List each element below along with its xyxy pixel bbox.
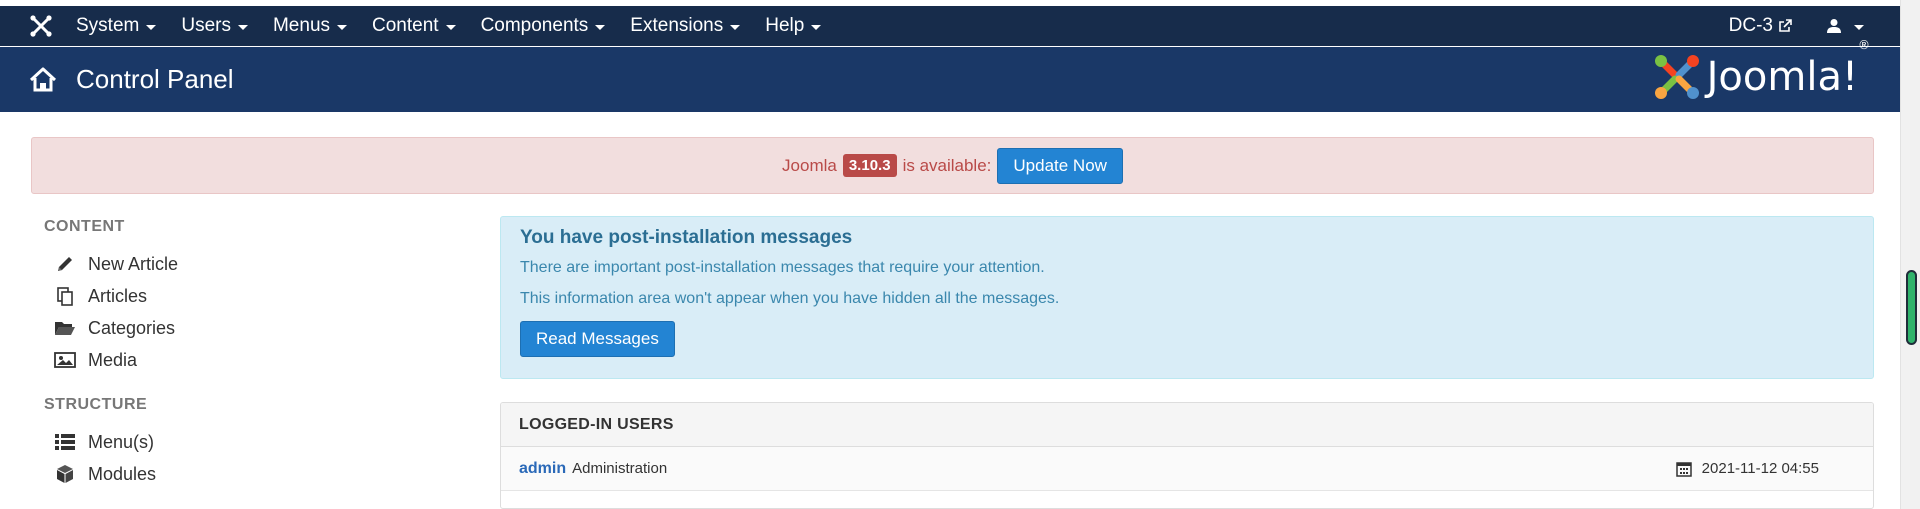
menu-users-label: Users <box>181 15 231 36</box>
sidebar-item-label: Menu(s) <box>88 431 155 452</box>
update-prefix: Joomla <box>782 155 837 175</box>
calendar-icon <box>1675 461 1692 477</box>
page-header: Control Panel Joomla!® <box>0 38 1900 112</box>
logged-users-heading: LOGGED-IN USERS <box>501 403 1873 447</box>
pencil-icon <box>54 253 76 275</box>
copy-icon <box>54 285 76 307</box>
update-suffix: is available: <box>902 155 992 175</box>
postinstall-line2: This information area won't appear when … <box>520 290 1060 307</box>
user-role: Administration <box>572 460 668 477</box>
chevron-down-icon <box>1854 24 1864 30</box>
postinstall-line1: There are important post-installation me… <box>520 259 1045 276</box>
sidebar-heading-structure: STRUCTURE <box>44 396 148 413</box>
postinstall-panel: You have post-installation messages Ther… <box>500 216 1874 379</box>
menu-system[interactable]: System <box>76 15 157 37</box>
sidebar-item-modules[interactable]: Modules <box>44 458 464 490</box>
topbar-right: DC-3 <box>1729 6 1864 46</box>
brand-registered: ® <box>1858 38 1870 52</box>
menu-extensions[interactable]: Extensions <box>630 15 741 37</box>
logged-users-panel: LOGGED-IN USERS admin Administration 202… <box>500 402 1874 509</box>
user-name-link[interactable]: admin <box>519 460 566 478</box>
external-link-icon <box>1779 19 1792 32</box>
brand-text: Joomla!® <box>1706 38 1870 100</box>
top-navbar: System Users Menus Content Components Ex… <box>0 6 1900 46</box>
main-menu: System Users Menus Content Components Ex… <box>76 15 846 37</box>
update-alert: Joomla 3.10.3 is available: Update Now <box>31 137 1874 194</box>
chevron-down-icon <box>237 24 248 30</box>
chevron-down-icon <box>595 24 606 30</box>
joomla-logo-icon <box>1654 55 1699 99</box>
menu-menus-label: Menus <box>272 15 331 36</box>
login-time: 2021-11-12 04:55 <box>1675 460 1819 477</box>
menu-components[interactable]: Components <box>481 15 606 37</box>
list-icon <box>54 431 76 453</box>
sidebar-item-label: Articles <box>88 285 148 306</box>
menu-users[interactable]: Users <box>181 15 248 37</box>
chevron-down-icon <box>445 24 456 30</box>
site-link[interactable]: DC-3 <box>1729 15 1792 37</box>
brand-logo: Joomla!® <box>1653 38 1870 101</box>
login-time-value: 2021-11-12 04:55 <box>1701 460 1819 477</box>
user-icon <box>1827 19 1841 33</box>
cube-icon <box>54 463 76 485</box>
image-icon <box>54 349 76 371</box>
chevron-down-icon <box>730 24 741 30</box>
joomla-icon[interactable] <box>28 13 54 39</box>
read-messages-button[interactable]: Read Messages <box>520 321 675 357</box>
menu-system-label: System <box>76 15 140 36</box>
update-now-button[interactable]: Update Now <box>997 147 1123 184</box>
user-menu[interactable] <box>1826 18 1864 34</box>
menu-help[interactable]: Help <box>765 15 822 37</box>
sidebar-heading-content: CONTENT <box>44 218 125 235</box>
page-scrollbar[interactable] <box>1900 0 1920 509</box>
postinstall-title: You have post-installation messages <box>520 227 853 248</box>
page-title: Control Panel <box>76 64 234 94</box>
sidebar-item-label: Modules <box>88 463 157 484</box>
sidebar-item-menus[interactable]: Menu(s) <box>44 426 464 458</box>
sidebar-item-media[interactable]: Media <box>44 344 464 376</box>
version-badge: 3.10.3 <box>842 154 897 177</box>
chevron-down-icon <box>337 24 348 30</box>
sidebar-item-label: Categories <box>88 317 176 338</box>
chevron-down-icon <box>146 24 157 30</box>
menu-menus[interactable]: Menus <box>272 15 348 37</box>
menu-content[interactable]: Content <box>372 15 456 37</box>
sidebar-item-label: Media <box>88 349 138 370</box>
menu-extensions-label: Extensions <box>630 15 724 36</box>
sidebar-item-label: New Article <box>88 253 179 274</box>
menu-components-label: Components <box>480 15 589 36</box>
menu-help-label: Help <box>765 15 805 36</box>
sidebar-item-new-article[interactable]: New Article <box>44 248 464 280</box>
table-row: admin Administration 2021-11-12 04:55 <box>501 447 1873 491</box>
sidebar-item-articles[interactable]: Articles <box>44 280 464 312</box>
menu-content-label: Content <box>372 15 439 36</box>
chevron-down-icon <box>811 24 822 30</box>
sidebar: CONTENT New Article Articles Categories … <box>44 218 464 490</box>
home-icon <box>29 67 57 91</box>
scrollbar-thumb[interactable] <box>1906 270 1917 345</box>
sidebar-item-categories[interactable]: Categories <box>44 312 464 344</box>
brand-name: Joomla! <box>1706 54 1858 100</box>
folder-open-icon <box>54 317 76 339</box>
site-link-label: DC-3 <box>1728 15 1773 36</box>
